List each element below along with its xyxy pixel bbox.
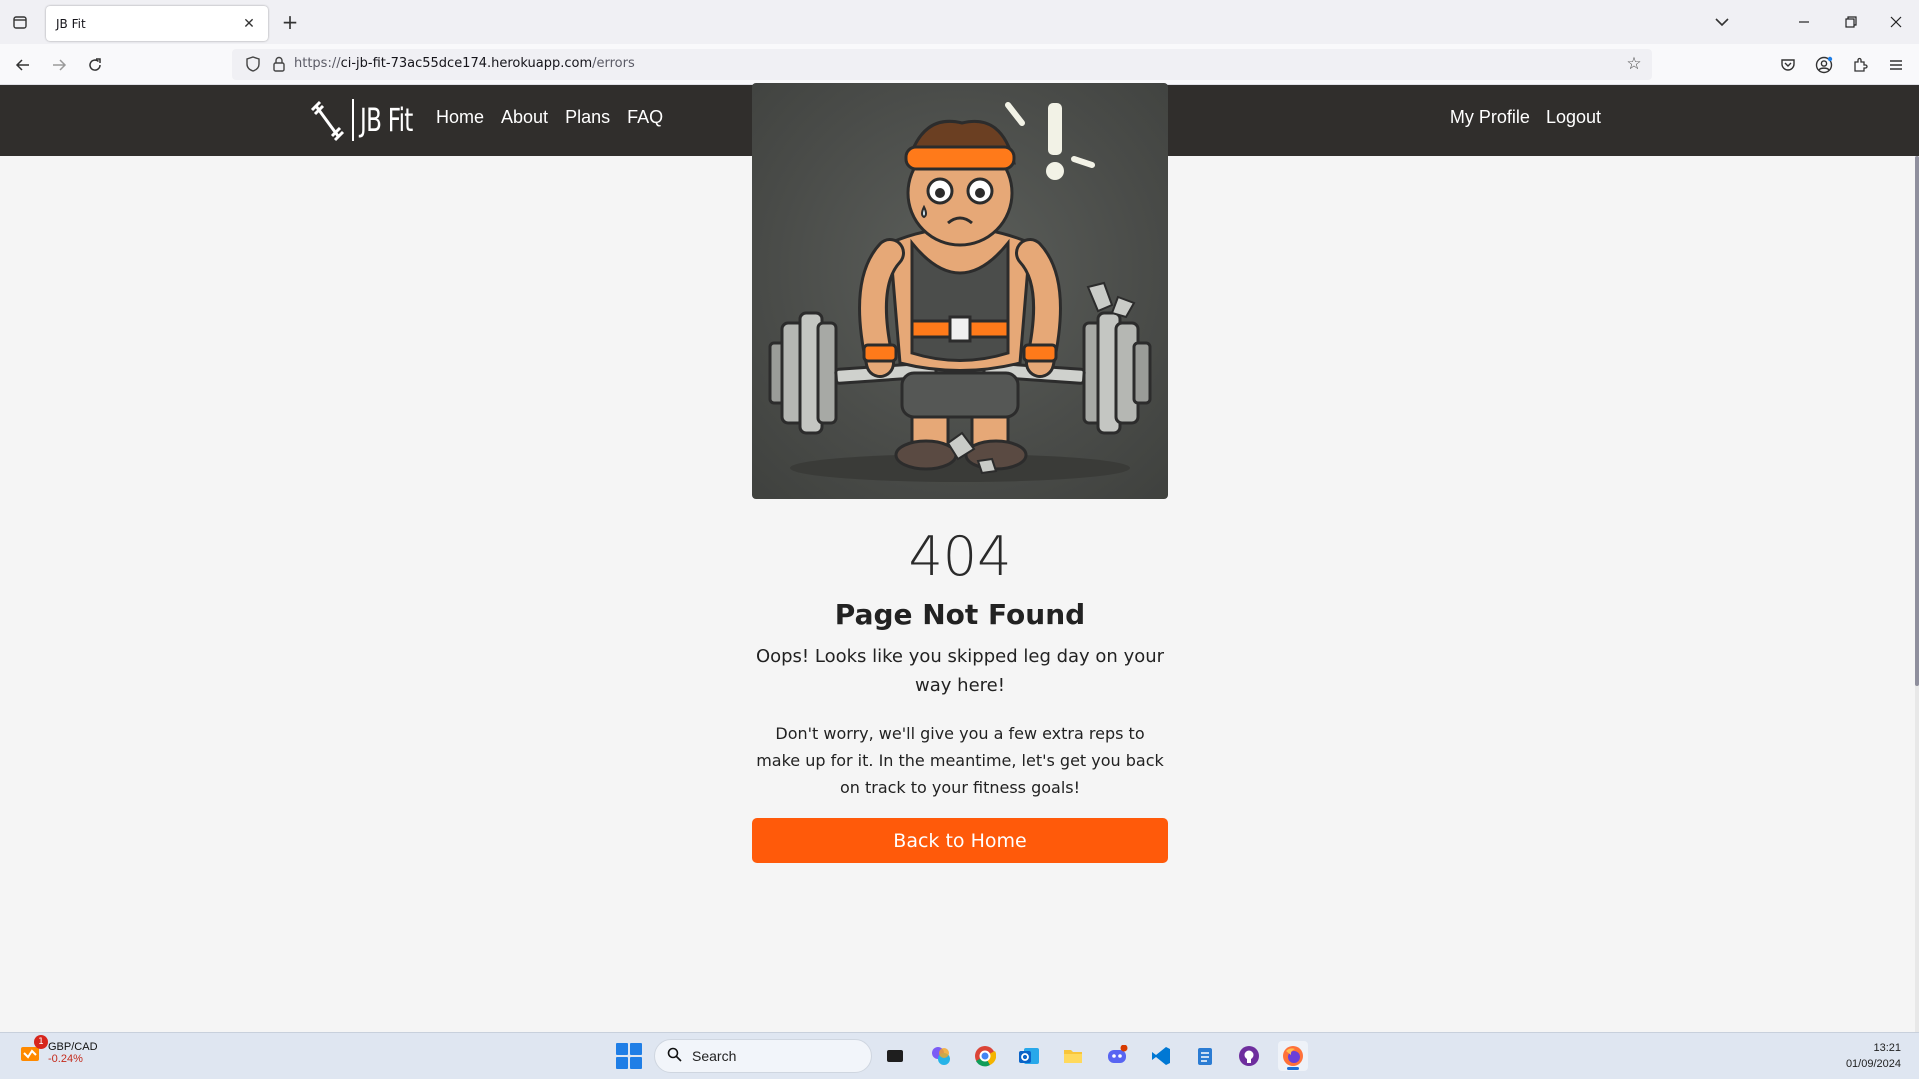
error-code: 404 <box>908 525 1012 588</box>
dumbbell-logo-icon <box>310 100 345 142</box>
github-icon[interactable] <box>1234 1041 1264 1071</box>
nav-plans[interactable]: Plans <box>565 107 610 128</box>
site-logo[interactable]: JB Fit <box>310 96 433 144</box>
nav-logout[interactable]: Logout <box>1546 107 1601 128</box>
currency-chart-icon: 1 <box>18 1035 48 1065</box>
widget-value: -0.24% <box>48 1053 83 1065</box>
vscode-icon[interactable] <box>1146 1041 1176 1071</box>
broken-barbell-weightlifter-image <box>768 102 1152 482</box>
url-domain: ci-jb-fit-73ac55dce174.herokuapp.com <box>340 56 593 71</box>
error-subtitle: Oops! Looks like you skipped leg day on … <box>755 646 1165 696</box>
chrome-icon[interactable] <box>970 1041 1000 1071</box>
clock-date: 01/09/2024 <box>1845 1058 1901 1070</box>
discord-icon[interactable] <box>1102 1041 1132 1071</box>
search-icon <box>667 1047 682 1066</box>
active-app-indicator <box>1287 1067 1299 1070</box>
currency-widget[interactable]: 1 GBP/CAD -0.24% <box>18 1035 98 1065</box>
tracking-shield-icon[interactable] <box>244 55 262 73</box>
lock-icon[interactable] <box>270 55 288 73</box>
close-window-icon[interactable] <box>1876 8 1916 36</box>
main-nav: Home About Plans FAQ <box>436 107 663 128</box>
error-description: Don't worry, we'll give you a few extra … <box>756 724 1164 797</box>
logo-text: JB Fit <box>360 101 413 139</box>
start-windows-icon[interactable] <box>616 1043 642 1069</box>
url-bar[interactable]: https://ci-jb-fit-73ac55dce174.herokuapp… <box>232 49 1652 80</box>
account-icon[interactable] <box>1811 52 1837 78</box>
file-explorer-icon[interactable] <box>1058 1041 1088 1071</box>
user-nav: My Profile Logout <box>1450 107 1601 128</box>
restore-icon[interactable] <box>1831 8 1871 36</box>
task-view-icon[interactable] <box>880 1041 910 1071</box>
tab-title: JB Fit <box>56 16 86 31</box>
browser-tab[interactable]: JB Fit ✕ <box>46 6 268 41</box>
tab-list-icon[interactable] <box>8 10 32 34</box>
browser-tab-bar: JB Fit ✕ + <box>0 0 1919 44</box>
outlook-icon[interactable] <box>1014 1041 1044 1071</box>
forward-icon[interactable] <box>46 52 72 78</box>
error-illustration <box>752 83 1168 499</box>
extensions-icon[interactable] <box>1847 52 1873 78</box>
chevron-down-icon[interactable] <box>1710 10 1734 34</box>
copilot-icon[interactable] <box>926 1041 956 1071</box>
menu-icon[interactable] <box>1883 52 1909 78</box>
url-text[interactable]: https://ci-jb-fit-73ac55dce174.herokuapp… <box>294 56 635 71</box>
nav-home[interactable]: Home <box>436 107 484 128</box>
bookmark-star-icon[interactable]: ☆ <box>1624 54 1644 74</box>
back-icon[interactable] <box>10 52 36 78</box>
nav-about[interactable]: About <box>501 107 548 128</box>
new-tab-icon[interactable]: + <box>278 10 302 34</box>
reload-icon[interactable] <box>82 52 108 78</box>
widget-badge: 1 <box>34 1035 48 1049</box>
windows-taskbar: 1 GBP/CAD -0.24% Search 13:21 01/09/2024 <box>0 1032 1919 1079</box>
close-tab-icon[interactable]: ✕ <box>240 16 258 32</box>
pocket-icon[interactable] <box>1775 52 1801 78</box>
nav-faq[interactable]: FAQ <box>627 107 663 128</box>
search-label: Search <box>692 1048 737 1064</box>
url-prefix: https:// <box>294 56 341 71</box>
url-path: /errors <box>592 56 635 71</box>
nav-my-profile[interactable]: My Profile <box>1450 107 1530 128</box>
system-clock[interactable]: 13:21 01/09/2024 <box>1846 1040 1901 1072</box>
scrollbar-thumb[interactable] <box>1915 156 1919 686</box>
error-title: Page Not Found <box>834 598 1086 631</box>
clock-time: 13:21 <box>1873 1042 1901 1054</box>
back-to-home-button[interactable]: Back to Home <box>752 818 1168 863</box>
notepad-icon[interactable] <box>1190 1041 1220 1071</box>
widget-title: GBP/CAD <box>48 1041 98 1053</box>
taskbar-search-box[interactable]: Search <box>654 1039 872 1073</box>
minimize-icon[interactable] <box>1784 8 1824 36</box>
browser-toolbar: https://ci-jb-fit-73ac55dce174.herokuapp… <box>0 44 1919 85</box>
logo-divider <box>352 99 354 141</box>
firefox-icon[interactable] <box>1278 1041 1308 1071</box>
